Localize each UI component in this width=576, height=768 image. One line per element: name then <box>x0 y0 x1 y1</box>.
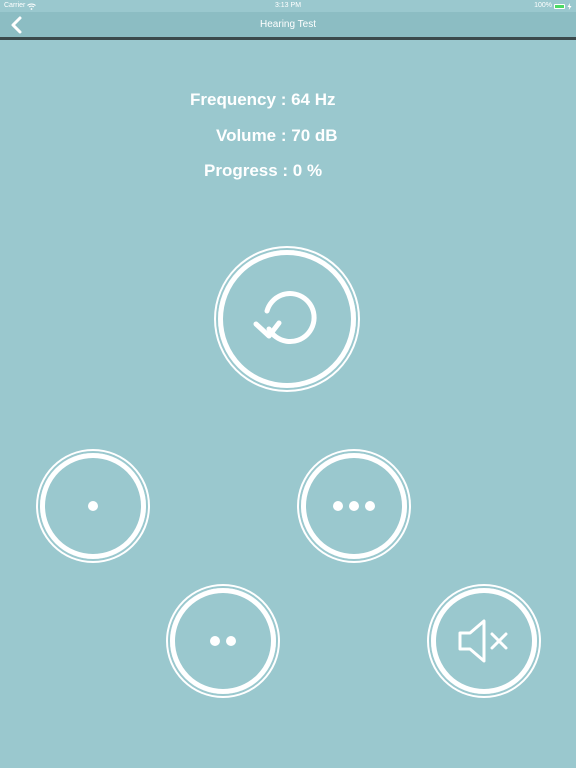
three-dots-icon <box>333 501 375 511</box>
battery-indicator: 100% <box>534 0 572 12</box>
speaker-muted-icon <box>458 619 508 663</box>
charging-bolt-icon <box>567 2 572 10</box>
replay-icon <box>253 291 317 344</box>
frequency-label: Frequency : 64 Hz <box>190 90 336 109</box>
progress-label: Progress : 0 % <box>204 161 323 180</box>
battery-icon <box>554 3 565 9</box>
two-tones-button[interactable] <box>170 588 276 694</box>
nav-bar: Hearing Test <box>0 12 576 40</box>
page-title: Hearing Test <box>260 19 316 30</box>
no-sound-button[interactable] <box>431 588 537 694</box>
battery-percent: 100% <box>534 2 552 9</box>
three-tones-button[interactable] <box>301 453 407 559</box>
battery-fill <box>555 4 564 8</box>
dot <box>210 636 220 646</box>
dot <box>333 501 343 511</box>
one-dot-icon <box>88 501 98 511</box>
two-dots-icon <box>210 636 236 646</box>
dot <box>349 501 359 511</box>
volume-label: Volume : 70 dB <box>216 126 338 145</box>
replay-button[interactable] <box>218 250 356 388</box>
dot <box>365 501 375 511</box>
status-time: 3:13 PM <box>274 2 302 9</box>
dot <box>226 636 236 646</box>
one-tone-button[interactable] <box>40 453 146 559</box>
status-bar: Carrier 3:13 PM 100% <box>0 0 576 12</box>
